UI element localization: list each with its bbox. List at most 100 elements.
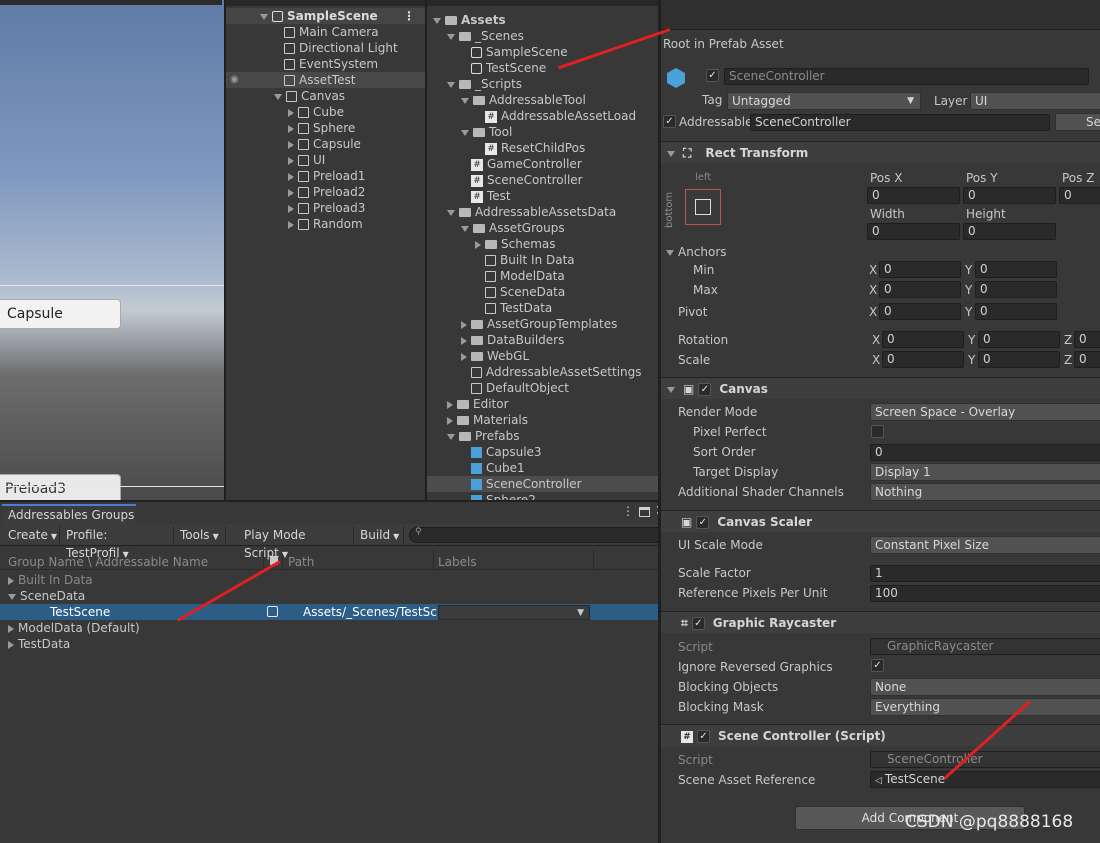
height-field[interactable]: 0 — [963, 223, 1056, 240]
hierarchy-item[interactable]: Cube — [226, 104, 425, 120]
min-x-field[interactable]: 0 — [879, 261, 961, 278]
build-menu[interactable]: Build ▼ — [356, 526, 404, 544]
project-item[interactable]: AddressableTool — [427, 92, 658, 108]
ignore-reversed-checkbox[interactable]: ✓ — [871, 659, 884, 672]
hierarchy-item[interactable]: Capsule — [226, 136, 425, 152]
ui-scale-mode-dropdown[interactable]: Constant Pixel Size — [870, 536, 1100, 554]
ref-ppu-field[interactable]: 100 — [870, 585, 1100, 602]
pivot-x-field[interactable]: 0 — [879, 303, 961, 320]
group-row[interactable]: SceneData — [0, 588, 670, 604]
project-item[interactable]: Prefabs — [427, 428, 658, 444]
hierarchy-item[interactable]: AssetTest — [226, 72, 425, 88]
project-item[interactable]: _Scripts — [427, 76, 658, 92]
project-item[interactable]: Materials — [427, 412, 658, 428]
project-item[interactable]: TestScene — [427, 60, 658, 76]
project-item[interactable]: _Scenes — [427, 28, 658, 44]
maximize-icon[interactable] — [639, 507, 650, 517]
col-header-path[interactable]: Path — [288, 554, 314, 570]
project-item[interactable]: WebGL — [427, 348, 658, 364]
hierarchy-item[interactable]: Preload1 — [226, 168, 425, 184]
hierarchy-item[interactable]: EventSystem — [226, 56, 425, 72]
create-menu[interactable]: Create ▼ — [4, 526, 60, 544]
project-item[interactable]: AddressableAssetsData — [427, 204, 658, 220]
project-item[interactable]: # SceneController — [427, 172, 658, 188]
hierarchy-item[interactable]: UI — [226, 152, 425, 168]
target-display-dropdown[interactable]: Display 1 — [870, 463, 1100, 481]
rotation-z-field[interactable]: 0 — [1074, 331, 1100, 348]
scene-ref-field[interactable]: ◁ TestScene — [870, 771, 1100, 788]
layer-dropdown[interactable]: UI — [970, 92, 1100, 110]
pixel-perfect-checkbox[interactable] — [871, 425, 884, 438]
group-row[interactable]: TestData — [0, 636, 670, 652]
addressable-address-field[interactable]: SceneController — [750, 114, 1050, 131]
blocking-objects-dropdown[interactable]: None — [870, 678, 1100, 696]
rotation-x-field[interactable]: 0 — [882, 331, 964, 348]
max-x-field[interactable]: 0 — [879, 281, 961, 298]
hierarchy-scene-row[interactable]: SampleScene ⋮ — [226, 8, 425, 24]
max-y-field[interactable]: 0 — [975, 281, 1057, 298]
width-field[interactable]: 0 — [867, 223, 960, 240]
pivot-y-field[interactable]: 0 — [975, 303, 1057, 320]
visibility-icon[interactable]: ◉ — [230, 74, 239, 85]
hierarchy-item[interactable]: Directional Light — [226, 40, 425, 56]
project-item[interactable]: Built In Data — [427, 252, 658, 268]
project-item[interactable]: SceneController — [427, 476, 658, 492]
blocking-mask-dropdown[interactable]: Everything — [870, 698, 1100, 716]
hierarchy-item[interactable]: Preload2 — [226, 184, 425, 200]
project-item[interactable]: Capsule3 — [427, 444, 658, 460]
project-item[interactable]: Editor — [427, 396, 658, 412]
render-mode-dropdown[interactable]: Screen Space - Overlay — [870, 403, 1100, 421]
project-item[interactable]: DefaultObject — [427, 380, 658, 396]
scene-controller-header[interactable]: # ✓ Scene Controller (Script) — [661, 724, 1100, 746]
canvas-scaler-header[interactable]: ▣ ✓ Canvas Scaler — [661, 510, 1100, 532]
hierarchy-item[interactable]: Random — [226, 216, 425, 232]
project-item[interactable]: # GameController — [427, 156, 658, 172]
profile-dropdown[interactable]: Profile: TestProfil ▼ — [62, 526, 174, 560]
rotation-y-field[interactable]: 0 — [978, 331, 1060, 348]
shader-channels-dropdown[interactable]: Nothing — [870, 483, 1100, 501]
anchors-foldout[interactable]: Anchors — [666, 244, 727, 260]
group-row[interactable]: ModelData (Default) — [0, 620, 670, 636]
addressable-checkbox[interactable]: ✓ — [663, 115, 676, 128]
group-row[interactable]: Built In Data — [0, 572, 670, 588]
entry-row-selected[interactable]: TestScene Assets/_Scenes/TestSc ▼ — [0, 604, 670, 620]
capsule-ui-button[interactable]: Capsule — [0, 299, 121, 329]
more-icon[interactable]: ⋮ — [403, 8, 415, 24]
graphic-raycaster-header[interactable]: ⌗ ✓ Graphic Raycaster — [661, 611, 1100, 633]
rect-transform-header[interactable]: ⛶ Rect Transform — [661, 141, 1100, 163]
posx-field[interactable]: 0 — [867, 187, 960, 204]
project-item[interactable]: Sphere2 — [427, 492, 658, 500]
anchor-presets-button[interactable] — [685, 189, 721, 225]
labels-dropdown[interactable]: ▼ — [438, 605, 590, 620]
scale-y-field[interactable]: 0 — [978, 351, 1060, 368]
posz-field[interactable]: 0 — [1059, 187, 1100, 204]
scale-factor-field[interactable]: 1 — [870, 565, 1100, 582]
canvas-header[interactable]: ▣ ✓ Canvas — [661, 377, 1100, 399]
col-header-labels[interactable]: Labels — [438, 554, 477, 570]
scale-x-field[interactable]: 0 — [882, 351, 964, 368]
scale-z-field[interactable]: 0 — [1074, 351, 1100, 368]
project-item[interactable]: ModelData — [427, 268, 658, 284]
object-name-field[interactable]: SceneController — [724, 68, 1089, 85]
project-item[interactable]: AddressableAssetSettings — [427, 364, 658, 380]
sort-order-field[interactable]: 0 — [870, 444, 1100, 461]
project-item[interactable]: Schemas — [427, 236, 658, 252]
play-mode-script-menu[interactable]: Play Mode Script ▼ — [240, 526, 354, 560]
project-item[interactable]: # AddressableAssetLoad — [427, 108, 658, 124]
active-checkbox[interactable]: ✓ — [706, 69, 719, 82]
project-item[interactable]: TestData — [427, 300, 658, 316]
project-item[interactable]: # ResetChildPos — [427, 140, 658, 156]
scene-view[interactable]: Capsule Preload3 — [0, 0, 224, 504]
project-item[interactable]: AssetGroupTemplates — [427, 316, 658, 332]
window-menu-icon[interactable]: ⋮ — [622, 504, 634, 518]
tag-dropdown[interactable]: Untagged ▼ — [727, 92, 921, 110]
hierarchy-item[interactable]: Canvas — [226, 88, 425, 104]
posy-field[interactable]: 0 — [963, 187, 1056, 204]
project-item[interactable]: SceneData — [427, 284, 658, 300]
project-item[interactable]: Tool — [427, 124, 658, 140]
hierarchy-item[interactable]: Preload3 — [226, 200, 425, 216]
tools-menu[interactable]: Tools ▼ — [176, 526, 226, 544]
search-input[interactable]: ⚲ — [409, 527, 667, 543]
select-button[interactable]: Se — [1055, 113, 1100, 131]
min-y-field[interactable]: 0 — [975, 261, 1057, 278]
